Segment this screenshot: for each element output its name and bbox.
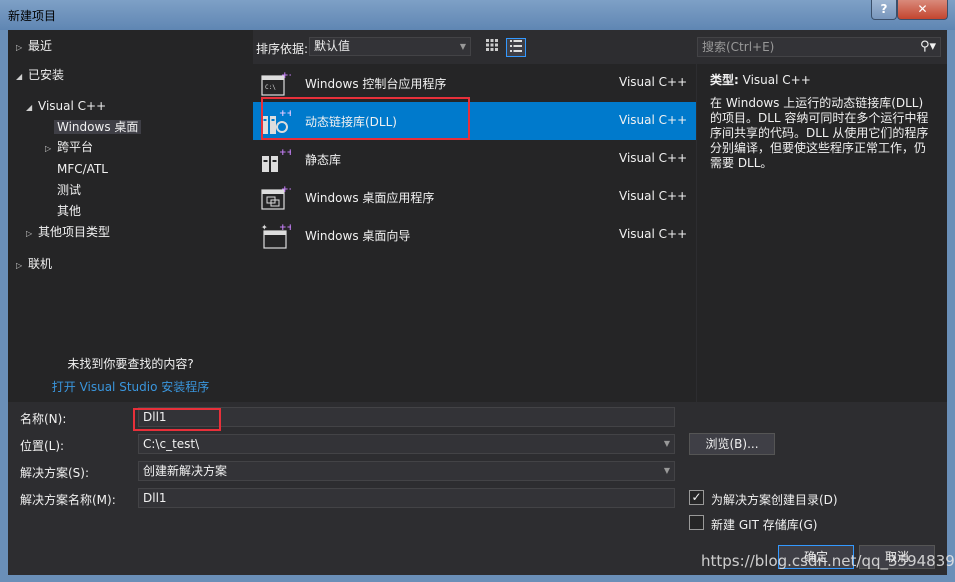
expand-arrow-icon: ▷ xyxy=(16,43,23,52)
svg-text:++: ++ xyxy=(279,148,291,158)
tree-item-cross-platform[interactable]: ▷ 跨平台 xyxy=(45,137,93,157)
template-row-desktop-wizard[interactable]: ✦ ++ Windows 桌面向导 Visual C++ xyxy=(253,216,696,254)
template-language: Visual C++ xyxy=(619,75,688,89)
expand-arrow-icon: ▷ xyxy=(16,261,23,270)
solution-name-label: 解决方案名称(M): xyxy=(20,493,116,507)
dialog-client: ▷ 最近 ◢ 已安装 ◢ Visual C++ Windows 桌面 ▷ 跨平台 MFC… xyxy=(8,30,955,575)
grid-view-button[interactable] xyxy=(482,38,502,57)
desktop-app-icon: ++ xyxy=(261,185,291,210)
type-label: 类型: xyxy=(710,73,739,87)
template-name: Windows 桌面向导 xyxy=(305,229,411,243)
tree-item-windows-desktop[interactable]: Windows 桌面 xyxy=(54,117,142,137)
svg-text:✦: ✦ xyxy=(261,223,268,232)
tree-item-installed[interactable]: ◢ 已安装 xyxy=(16,65,64,85)
template-row-static-lib[interactable]: ++ 静态库 Visual C++ xyxy=(253,140,696,178)
not-found-text: 未找到你要查找的内容? xyxy=(67,357,194,371)
close-button[interactable]: ✕ xyxy=(897,0,948,20)
tree-item-visual-cpp[interactable]: ◢ Visual C++ xyxy=(26,96,106,116)
template-description: 在 Windows 上运行的动态链接库(DLL)的项目。DLL 容纳可同时在多个… xyxy=(710,96,929,170)
tree-item-other[interactable]: 其他 xyxy=(57,201,81,221)
expand-arrow-icon: ▷ xyxy=(45,144,52,153)
dropdown-arrow-icon: ▼ xyxy=(459,42,466,51)
template-language: Visual C++ xyxy=(619,189,688,203)
sort-label: 排序依据: xyxy=(256,42,309,56)
help-button[interactable]: ? xyxy=(871,0,897,20)
list-view-icon xyxy=(510,40,522,52)
git-repo-label: 新建 GIT 存储库(G) xyxy=(711,518,818,532)
watermark-text: https://blog.csdn.net/qq_35948394 xyxy=(701,552,955,570)
template-language: Visual C++ xyxy=(619,227,688,241)
grid-view-icon xyxy=(486,39,498,51)
window-title: 新建项目 xyxy=(8,9,57,23)
tree-item-mfc-atl[interactable]: MFC/ATL xyxy=(57,159,108,179)
solution-name-input[interactable]: Dll1 xyxy=(138,488,675,508)
tree-item-online[interactable]: ▷ 联机 xyxy=(16,254,52,274)
name-label: 名称(N): xyxy=(20,412,67,426)
location-label: 位置(L): xyxy=(20,439,65,453)
title-bar: 新建项目 ? ✕ xyxy=(0,0,955,30)
search-icon[interactable]: ⚲▾ xyxy=(920,38,936,56)
template-row-desktop-app[interactable]: ++ Windows 桌面应用程序 Visual C++ xyxy=(253,178,696,216)
template-name: 静态库 xyxy=(305,153,342,167)
tree-item-other-project-types[interactable]: ▷ 其他项目类型 xyxy=(26,222,110,242)
git-repo-checkbox[interactable] xyxy=(689,515,704,530)
svg-text:++: ++ xyxy=(281,185,291,195)
expand-arrow-icon: ▷ xyxy=(26,229,33,238)
open-installer-link[interactable]: 打开 Visual Studio 安装程序 xyxy=(8,378,253,395)
browse-button[interactable]: 浏览(B)... xyxy=(689,433,775,455)
solution-dropdown[interactable]: 创建新解决方案 ▼ xyxy=(138,461,675,481)
template-tree: ▷ 最近 ◢ 已安装 ◢ Visual C++ Windows 桌面 ▷ 跨平台 MFC… xyxy=(8,30,253,402)
svg-text:C:\: C:\ xyxy=(265,84,276,91)
template-type: 类型: Visual C++ xyxy=(710,71,811,88)
tree-item-recent[interactable]: ▷ 最近 xyxy=(16,36,52,56)
tree-item-test[interactable]: 测试 xyxy=(57,180,81,200)
list-view-button[interactable] xyxy=(506,38,526,57)
template-language: Visual C++ xyxy=(619,151,688,165)
collapse-arrow-icon: ◢ xyxy=(16,72,23,81)
static-lib-icon: ++ xyxy=(262,148,291,172)
dropdown-arrow-icon: ▼ xyxy=(663,439,670,448)
location-combobox[interactable]: C:\c_test\ ▼ xyxy=(138,434,675,454)
console-app-icon: C:\ ++ xyxy=(261,71,291,96)
create-directory-checkbox[interactable]: ✓ xyxy=(689,490,704,505)
svg-text:++: ++ xyxy=(279,223,291,233)
template-name: Windows 桌面应用程序 xyxy=(305,191,435,205)
dropdown-arrow-icon: ▼ xyxy=(663,466,670,475)
template-language: Visual C++ xyxy=(619,113,688,127)
highlight-box-dll xyxy=(261,97,470,140)
desktop-wizard-icon: ✦ ++ xyxy=(261,223,291,249)
solution-label: 解决方案(S): xyxy=(20,466,90,480)
collapse-arrow-icon: ◢ xyxy=(26,103,33,112)
svg-text:++: ++ xyxy=(281,71,291,81)
search-input[interactable]: 搜索(Ctrl+E) ⚲▾ xyxy=(697,37,941,57)
sort-bar: 排序依据: 默认值 ▼ xyxy=(253,30,696,64)
sort-dropdown[interactable]: 默认值 ▼ xyxy=(309,37,471,56)
template-name: Windows 控制台应用程序 xyxy=(305,77,447,91)
type-value: Visual C++ xyxy=(742,73,811,87)
highlight-box-name xyxy=(133,408,221,431)
create-directory-label: 为解决方案创建目录(D) xyxy=(711,493,838,507)
